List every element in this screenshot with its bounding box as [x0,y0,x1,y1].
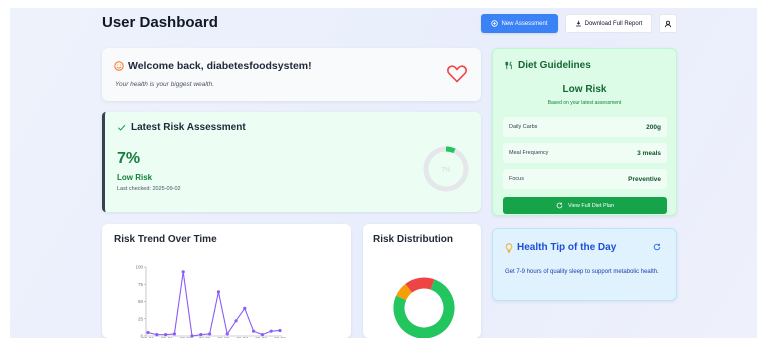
user-icon [664,20,672,27]
download-report-label: Download Full Report [584,20,643,27]
risk-level: Low Risk [117,173,153,182]
diet-guidelines-card: Diet Guidelines Low Risk Based on your l… [492,48,677,216]
download-report-button[interactable]: Download Full Report [565,14,652,33]
new-assessment-button[interactable]: New Assessment [481,14,558,33]
dashboard-page: User Dashboard New Assessment Download F… [10,8,757,338]
trend-point [216,290,220,294]
heart-icon [447,65,467,83]
risk-assessment-card: Latest Risk Assessment 7% Low Risk Last … [102,112,481,212]
pie-slice [405,277,435,293]
y-tick-label: 100 [135,265,143,270]
risk-trend-card: Risk Trend Over Time 025507510009-0109-0… [102,224,351,338]
view-diet-plan-label: View Full Diet Plan [567,202,615,209]
trend-point [234,319,238,323]
check-icon [117,124,126,131]
refresh-icon [556,202,563,209]
lightbulb-icon [505,242,513,253]
health-tip-card: Health Tip of the Day Get 7-9 hours of q… [492,228,677,301]
diet-row-value: 200g [646,123,661,131]
welcome-subtitle: Your health is your biggest wealth. [115,81,215,88]
pie-slice [396,283,413,301]
diet-row-value: 3 meals [637,149,661,157]
page-title: User Dashboard [102,14,218,31]
plus-circle-icon [491,20,499,27]
welcome-heading: Welcome back, diabetesfoodsystem! [128,60,312,72]
last-checked: Last checked: 2025-09-02 [117,186,181,192]
health-tip-text: Get 7-9 hours of quality sleep to suppor… [505,269,659,275]
diet-row-focus: Focus Preventive [503,169,667,189]
risk-assessment-heading: Latest Risk Assessment [131,122,246,133]
trend-point [252,329,256,333]
diet-row-meal-frequency: Meal Frequency 3 meals [503,143,667,163]
diet-row-label: Focus [509,176,524,182]
risk-trend-chart: 025507510009-0109-0109-0109-0209-0209-02… [135,265,286,338]
diet-row-carbs: Daily Carbs 200g [503,117,667,137]
trend-point [278,328,282,333]
utensils-icon [505,61,512,70]
trend-point [146,330,150,335]
y-tick-label: 75 [138,282,144,287]
trend-point [172,332,176,336]
welcome-card: Welcome back, diabetesfoodsystem! Your h… [102,48,481,101]
trend-point [269,329,273,333]
risk-percent: 7% [117,150,141,167]
refresh-tip-icon[interactable] [653,243,661,251]
diet-row-label: Daily Carbs [509,124,538,130]
health-tip-heading: Health Tip of the Day [517,242,617,253]
diet-risk-level: Low Risk [562,84,607,95]
diet-row-value: Preventive [628,175,661,183]
trend-point [243,306,247,310]
trend-series-line [147,271,281,337]
risk-distribution-chart [393,277,455,338]
risk-gauge: 7% [423,146,469,192]
diet-row-label: Meal Frequency [509,150,549,156]
new-assessment-label: New Assessment [501,20,548,27]
trend-point [155,333,159,337]
y-tick-label: 25 [138,316,144,321]
y-tick-label: 50 [138,299,144,304]
smile-icon [114,61,124,71]
trend-point [181,270,185,274]
diet-heading: Diet Guidelines [518,60,591,71]
user-menu-button[interactable] [659,14,677,33]
download-icon [575,20,581,27]
diet-basis: Based on your latest assessment [547,100,622,106]
risk-distribution-card: Risk Distribution [363,224,481,338]
view-diet-plan-button[interactable]: View Full Diet Plan [503,197,667,214]
risk-gauge-label: 7% [442,168,451,174]
